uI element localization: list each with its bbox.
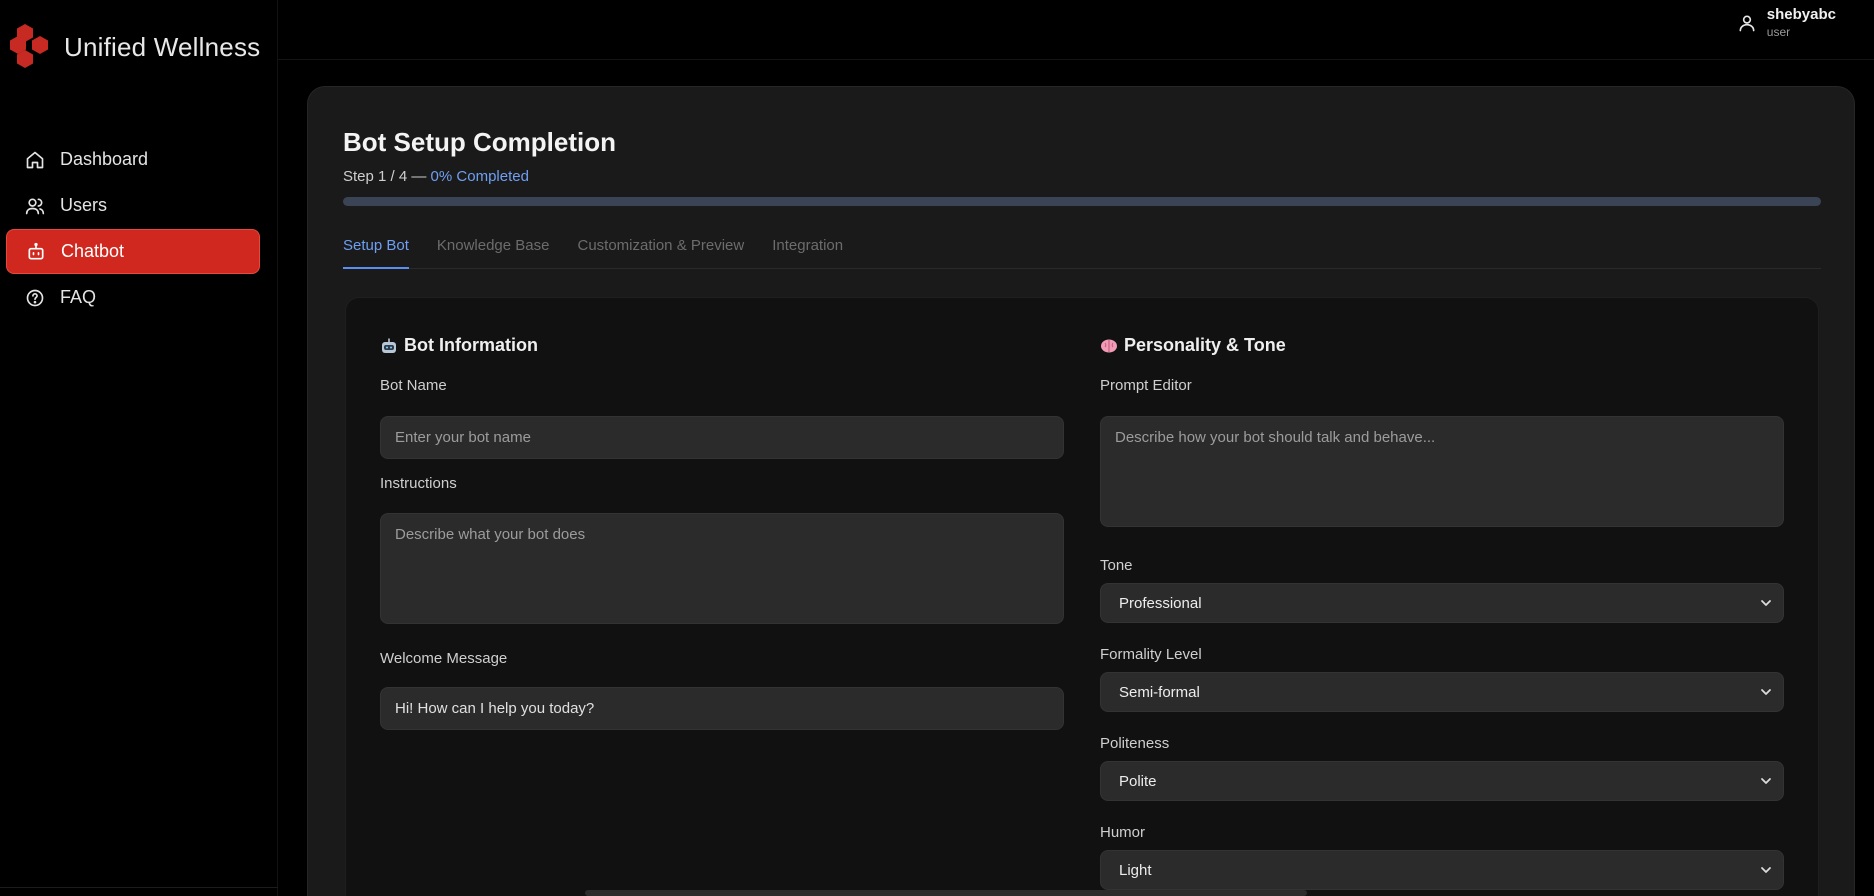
step-indicator: Step 1 / 4 — 0% Completed [343, 168, 529, 185]
completion-percent: 0% Completed [430, 168, 529, 185]
section-title-text: Personality & Tone [1124, 335, 1286, 355]
chevron-down-icon [1761, 600, 1771, 606]
chevron-down-icon [1761, 689, 1771, 695]
instructions-textarea[interactable] [380, 513, 1064, 624]
prompt-editor-label: Prompt Editor [1100, 377, 1192, 394]
tone-label: Tone [1100, 557, 1133, 574]
bot-name-label: Bot Name [380, 377, 447, 394]
brand-name: Unified Wellness [64, 31, 261, 62]
sidebar-nav: Dashboard Users Chatbot FAQ [6, 137, 260, 321]
humor-label: Humor [1100, 824, 1146, 841]
brain-emoji-icon [1100, 337, 1118, 355]
progress-bar [343, 197, 1821, 206]
user-icon [1739, 15, 1755, 32]
humor-select[interactable]: Light [1100, 850, 1784, 890]
chevron-down-icon [1761, 867, 1771, 873]
prompt-editor-textarea[interactable] [1100, 416, 1784, 527]
tab-setup-bot[interactable]: Setup Bot [343, 233, 409, 269]
user-menu[interactable]: shebyabc user [1737, 6, 1836, 40]
home-icon [24, 149, 46, 171]
sidebar-item-label: Dashboard [60, 149, 149, 169]
tone-value: Professional [1119, 594, 1202, 612]
section-title-text: Bot Information [404, 335, 538, 355]
step-text: Step 1 / 4 — [343, 168, 431, 185]
welcome-message-label: Welcome Message [380, 650, 508, 667]
tab-knowledge-base[interactable]: Knowledge Base [437, 233, 550, 269]
sidebar-item-label: Users [60, 195, 108, 215]
bot-name-input[interactable] [380, 416, 1064, 459]
politeness-select[interactable]: Polite [1100, 761, 1784, 801]
formality-label: Formality Level [1100, 646, 1202, 663]
sidebar-item-chatbot[interactable]: Chatbot [6, 229, 260, 274]
section-title: Personality & Tone [1100, 335, 1286, 356]
sidebar-item-users[interactable]: Users [6, 183, 260, 228]
politeness-label: Politeness [1100, 735, 1170, 752]
form-panel: Bot Information Bot Name Instructions We… [345, 297, 1819, 896]
section-title: Bot Information [380, 335, 538, 356]
sidebar-divider [0, 887, 278, 888]
politeness-value: Polite [1119, 772, 1157, 790]
robot-emoji-icon [380, 337, 398, 355]
formality-value: Semi-formal [1119, 683, 1200, 701]
user-info: shebyabc user [1767, 6, 1836, 40]
horizontal-scrollbar[interactable] [585, 890, 1307, 896]
welcome-message-input[interactable] [380, 687, 1064, 730]
sidebar-item-faq[interactable]: FAQ [6, 275, 260, 320]
user-name: shebyabc [1766, 6, 1836, 23]
tab-customization-preview[interactable]: Customization & Preview [577, 233, 744, 269]
humor-value: Light [1119, 861, 1152, 879]
chevron-down-icon [1761, 778, 1771, 784]
sidebar-item-label: Chatbot [61, 241, 125, 261]
sidebar: Unified Wellness Dashboard Users Chatbot [0, 0, 278, 896]
setup-card: Bot Setup Completion Step 1 / 4 — 0% Com… [307, 86, 1855, 896]
app-root: Unified Wellness Dashboard Users Chatbot [0, 0, 1874, 896]
help-circle-icon [24, 287, 46, 309]
bot-icon [25, 241, 47, 263]
page-title: Bot Setup Completion [343, 127, 616, 157]
tone-select[interactable]: Professional [1100, 583, 1784, 623]
setup-tabs: Setup Bot Knowledge Base Customization &… [343, 233, 1821, 269]
brand[interactable]: Unified Wellness [8, 22, 260, 72]
top-bar: shebyabc user [278, 0, 1874, 60]
user-role: user [1766, 25, 1791, 39]
formality-select[interactable]: Semi-formal [1100, 672, 1784, 712]
users-icon [24, 195, 46, 217]
tab-integration[interactable]: Integration [772, 233, 843, 269]
instructions-label: Instructions [380, 475, 457, 492]
sidebar-item-label: FAQ [60, 287, 97, 307]
sidebar-item-dashboard[interactable]: Dashboard [6, 137, 260, 182]
logo-icon [10, 24, 48, 68]
